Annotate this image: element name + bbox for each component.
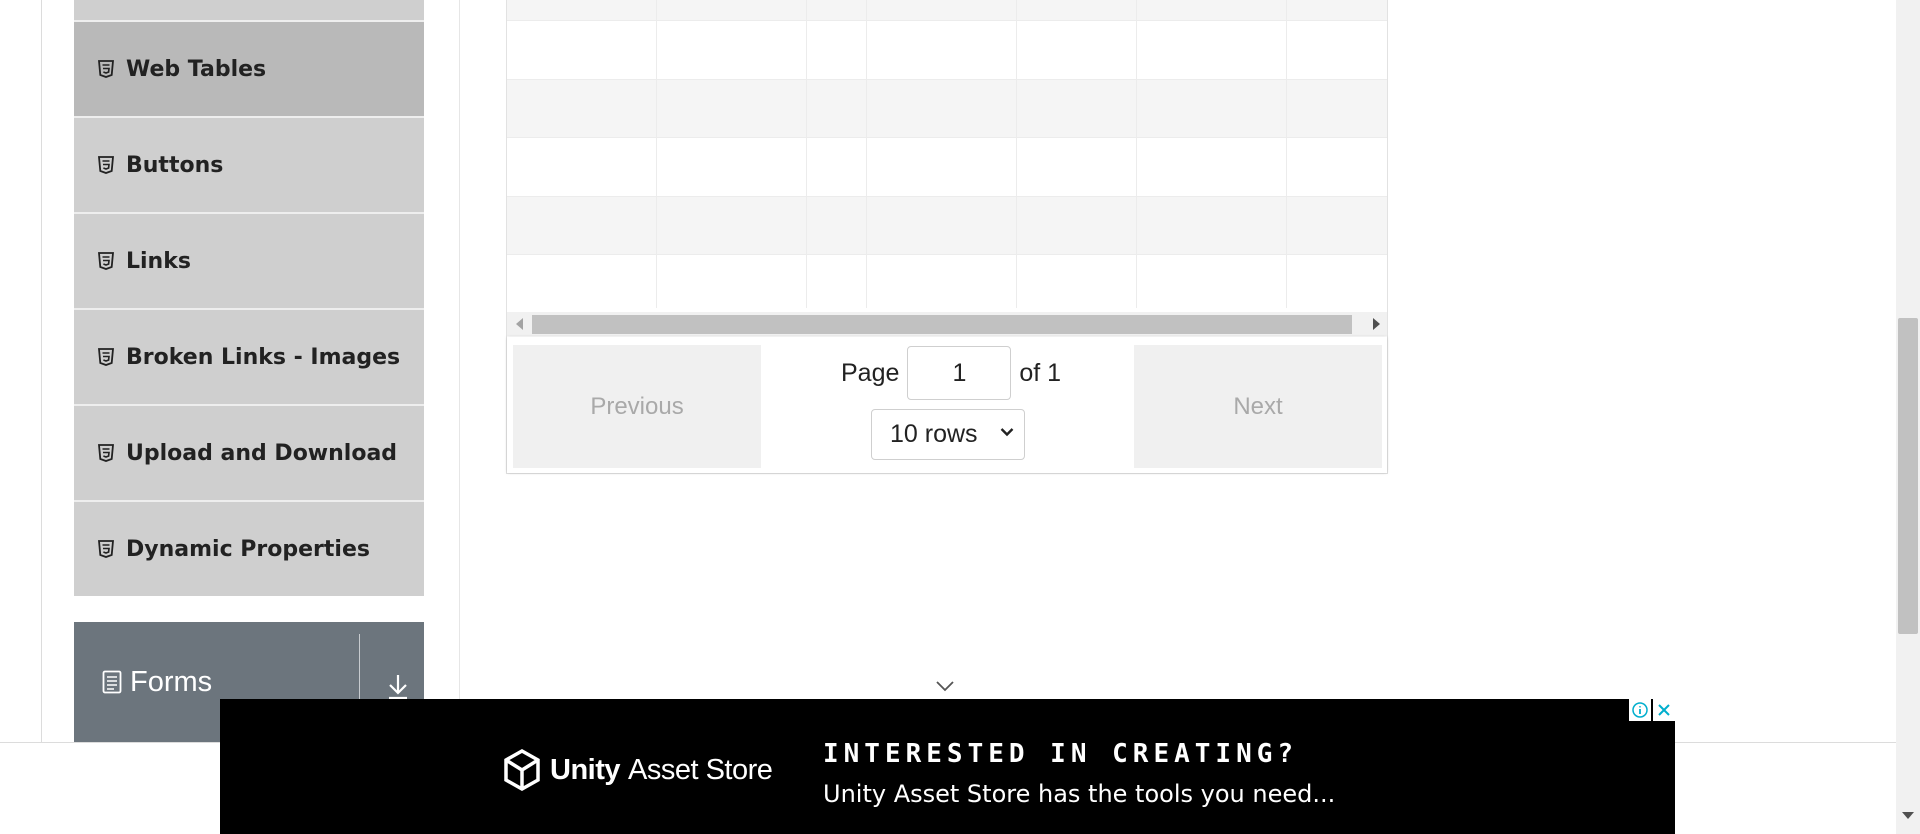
page-total: of 1	[1019, 358, 1062, 387]
sidebar-item-label: Dynamic Properties	[126, 536, 370, 562]
html5-icon	[98, 60, 114, 78]
ad-controls	[1627, 699, 1675, 721]
sidebar-item-label: Broken Links - Images	[126, 344, 401, 370]
scroll-right-arrow-icon[interactable]	[1373, 318, 1380, 330]
left-divider	[41, 0, 42, 742]
sidebar-item-dynamic-properties[interactable]: Dynamic Properties	[74, 502, 424, 596]
page-vertical-scrollbar[interactable]	[1896, 0, 1920, 834]
table-row	[507, 80, 1387, 138]
pagination: Previous Page of 1 10 rows Next	[507, 337, 1387, 473]
previous-button[interactable]: Previous	[513, 345, 761, 468]
brand-suffix: Asset Store	[628, 753, 773, 786]
sidebar-item-links[interactable]: Links	[74, 214, 424, 308]
download-arrow-icon[interactable]	[386, 672, 410, 700]
html5-icon	[98, 540, 114, 558]
scrollbar-thumb[interactable]	[532, 315, 1352, 334]
unity-cube-icon	[504, 749, 540, 791]
scroll-left-arrow-icon[interactable]	[516, 318, 523, 330]
scroll-down-arrow-icon[interactable]	[1902, 812, 1914, 819]
table-row	[507, 21, 1387, 80]
html5-icon	[98, 348, 114, 366]
sidebar-item-broken-links-images[interactable]: Broken Links - Images	[74, 310, 424, 404]
column-divider	[806, 0, 807, 308]
rows-per-page-select[interactable]: 10 rows	[871, 409, 1025, 460]
form-icon	[102, 670, 122, 694]
table-row	[507, 197, 1387, 255]
html5-icon	[98, 444, 114, 462]
sidebar-divider	[459, 0, 460, 742]
sidebar-item-partial[interactable]	[74, 0, 424, 20]
table-row	[507, 138, 1387, 197]
sidebar-item-label: Web Tables	[126, 56, 267, 82]
html5-icon	[98, 156, 114, 174]
column-divider	[866, 0, 867, 308]
next-button[interactable]: Next	[1134, 345, 1382, 468]
horizontal-scrollbar[interactable]	[507, 312, 1387, 336]
sidebar-item-label: Links	[126, 248, 191, 274]
sidebar-item-label: Upload and Download	[126, 440, 398, 466]
page-number-input[interactable]	[907, 346, 1012, 400]
sidebar-item-web-tables[interactable]: Web Tables	[74, 22, 424, 116]
sidebar-item-buttons[interactable]: Buttons	[74, 118, 424, 212]
column-divider	[1286, 0, 1287, 308]
ad-subline: Unity Asset Store has the tools you need…	[823, 780, 1336, 808]
close-icon[interactable]	[1653, 699, 1675, 721]
rows-select-value: 10 rows	[890, 420, 978, 448]
page-label: Page	[841, 358, 900, 387]
sidebar-item-upload-and-download[interactable]: Upload and Download	[74, 406, 424, 500]
ad-banner[interactable]: Unity Asset Store INTERESTED IN CREATING…	[220, 699, 1675, 834]
chevron-down-icon[interactable]	[935, 680, 955, 692]
web-table: Previous Page of 1 10 rows Next	[506, 0, 1388, 474]
table-row	[507, 0, 1387, 21]
column-divider	[1016, 0, 1017, 308]
ad-headline: INTERESTED IN CREATING?	[823, 739, 1299, 769]
info-icon[interactable]	[1629, 699, 1651, 721]
scrollbar-thumb[interactable]	[1898, 318, 1918, 634]
page-info: Page of 1	[841, 345, 1061, 401]
html5-icon	[98, 252, 114, 270]
sidebar-item-label: Buttons	[126, 152, 224, 178]
table-row	[507, 255, 1387, 311]
unity-logo: Unity Asset Store	[502, 749, 773, 791]
column-divider	[1136, 0, 1137, 308]
column-divider	[656, 0, 657, 308]
group-label: Forms	[130, 665, 213, 698]
chevron-down-icon	[1000, 427, 1014, 437]
brand-name: Unity	[550, 753, 621, 786]
